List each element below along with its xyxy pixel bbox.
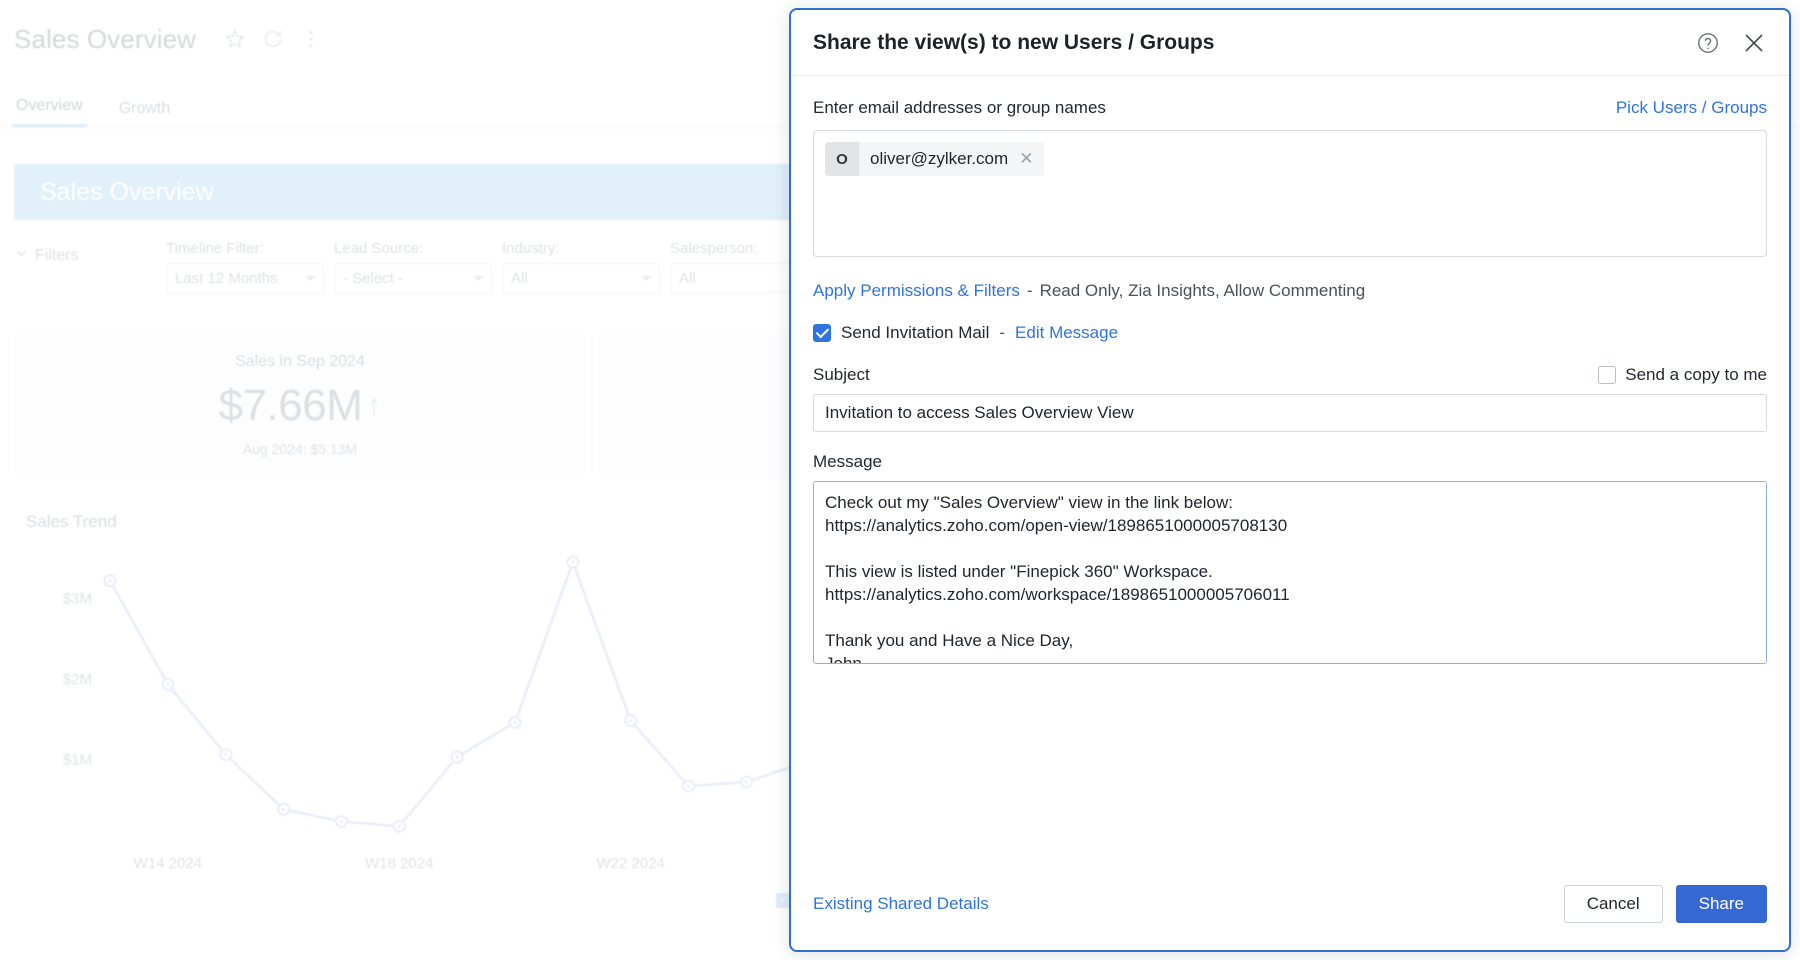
- chevron-down-icon: [473, 276, 483, 281]
- filter-timeline: Timeline Filter: Last 12 Months: [166, 240, 324, 293]
- dialog-header: Share the view(s) to new Users / Groups: [791, 10, 1789, 76]
- svg-text:W14 2024: W14 2024: [134, 855, 202, 872]
- svg-text:$2M: $2M: [63, 671, 92, 688]
- filter-timeline-label: Timeline Filter:: [166, 240, 324, 257]
- subject-input[interactable]: [813, 394, 1767, 432]
- recipients-label: Enter email addresses or group names: [813, 98, 1106, 118]
- kpi-card-sales: Sales in Sep 2024 $7.66M ↑ Aug 2024: $5.…: [14, 330, 586, 480]
- tab-growth[interactable]: Growth: [115, 100, 175, 127]
- svg-text:W22 2024: W22 2024: [597, 855, 665, 872]
- trend-up-icon: ↑: [366, 391, 381, 421]
- filter-industry: Industry: All: [502, 240, 660, 293]
- recipients-input[interactable]: O oliver@zylker.com ✕: [813, 130, 1767, 257]
- dialog-body: Enter email addresses or group names Pic…: [791, 76, 1789, 858]
- message-textarea[interactable]: [813, 481, 1767, 664]
- message-label: Message: [813, 452, 1767, 472]
- permissions-row: Apply Permissions & Filters - Read Only,…: [813, 281, 1767, 301]
- close-icon[interactable]: [1741, 30, 1767, 56]
- pick-users-groups-link[interactable]: Pick Users / Groups: [1616, 98, 1767, 118]
- filter-lead-source-select[interactable]: - Select -: [334, 263, 492, 293]
- kpi-value-row: $7.66M ↑: [219, 381, 382, 431]
- recipient-chip[interactable]: O oliver@zylker.com ✕: [825, 142, 1044, 176]
- cancel-button[interactable]: Cancel: [1564, 885, 1663, 923]
- page-title: Sales Overview: [14, 24, 196, 55]
- dialog-footer-buttons: Cancel Share: [1564, 885, 1767, 923]
- recipients-header: Enter email addresses or group names Pic…: [813, 98, 1767, 118]
- filter-lead-source: Lead Source: - Select -: [334, 240, 492, 293]
- invitation-separator: -: [999, 323, 1005, 343]
- filter-industry-label: Industry:: [502, 240, 660, 257]
- dialog-title: Share the view(s) to new Users / Groups: [813, 31, 1695, 55]
- star-icon[interactable]: [224, 28, 246, 50]
- avatar: O: [825, 142, 859, 176]
- send-copy-checkbox[interactable]: [1598, 366, 1616, 384]
- dialog-footer: Existing Shared Details Cancel Share: [791, 858, 1789, 950]
- send-invitation-label: Send Invitation Mail: [841, 323, 989, 343]
- chevron-down-icon: [14, 246, 29, 266]
- filter-lead-source-value: - Select -: [343, 270, 403, 287]
- filter-industry-select[interactable]: All: [502, 263, 660, 293]
- filter-salesperson-value: All: [679, 270, 696, 287]
- screen: Sales Overview Overview Growth Sales Ove…: [0, 0, 1800, 960]
- send-copy-label: Send a copy to me: [1625, 365, 1767, 385]
- svg-text:$3M: $3M: [63, 590, 92, 607]
- kpi-value: $7.66M: [219, 381, 363, 431]
- tab-overview[interactable]: Overview: [12, 97, 87, 127]
- recipient-email: oliver@zylker.com: [859, 142, 1017, 176]
- permissions-summary: Read Only, Zia Insights, Allow Commentin…: [1040, 281, 1366, 301]
- filter-industry-value: All: [511, 270, 528, 287]
- subject-label: Subject: [813, 365, 870, 385]
- chevron-down-icon: [641, 276, 651, 281]
- banner-title: Sales Overview: [40, 178, 214, 207]
- filter-timeline-value: Last 12 Months: [175, 270, 278, 287]
- filter-timeline-select[interactable]: Last 12 Months: [166, 263, 324, 293]
- dialog-header-actions: [1695, 30, 1767, 56]
- topbar-icons: [224, 28, 322, 50]
- remove-recipient-icon[interactable]: ✕: [1017, 142, 1044, 176]
- svg-text:$1M: $1M: [63, 751, 92, 768]
- filters-toggle-label: Filters: [35, 247, 79, 265]
- filters-toggle[interactable]: Filters: [14, 246, 166, 266]
- chart-title: Sales Trend: [26, 512, 117, 532]
- chevron-down-icon: [305, 276, 315, 281]
- edit-message-link[interactable]: Edit Message: [1015, 323, 1118, 343]
- subject-header-row: Subject Send a copy to me: [813, 365, 1767, 385]
- share-dialog: Share the view(s) to new Users / Groups: [789, 8, 1791, 952]
- filter-lead-source-label: Lead Source:: [334, 240, 492, 257]
- refresh-icon[interactable]: [262, 28, 284, 50]
- send-invitation-row: Send Invitation Mail - Edit Message: [813, 323, 1767, 343]
- kpi-title: Sales in Sep 2024: [235, 353, 365, 371]
- permissions-separator: -: [1027, 281, 1033, 301]
- send-copy-row[interactable]: Send a copy to me: [1598, 365, 1767, 385]
- apply-permissions-filters-link[interactable]: Apply Permissions & Filters: [813, 281, 1020, 301]
- existing-shared-details-link[interactable]: Existing Shared Details: [813, 894, 989, 914]
- help-circle-icon[interactable]: [1695, 30, 1721, 56]
- more-options-icon[interactable]: [300, 28, 322, 50]
- send-invitation-checkbox[interactable]: [813, 324, 831, 342]
- kpi-subtext: Aug 2024: $5.13M: [243, 441, 357, 457]
- svg-text:W18 2024: W18 2024: [365, 855, 433, 872]
- share-button[interactable]: Share: [1676, 885, 1767, 923]
